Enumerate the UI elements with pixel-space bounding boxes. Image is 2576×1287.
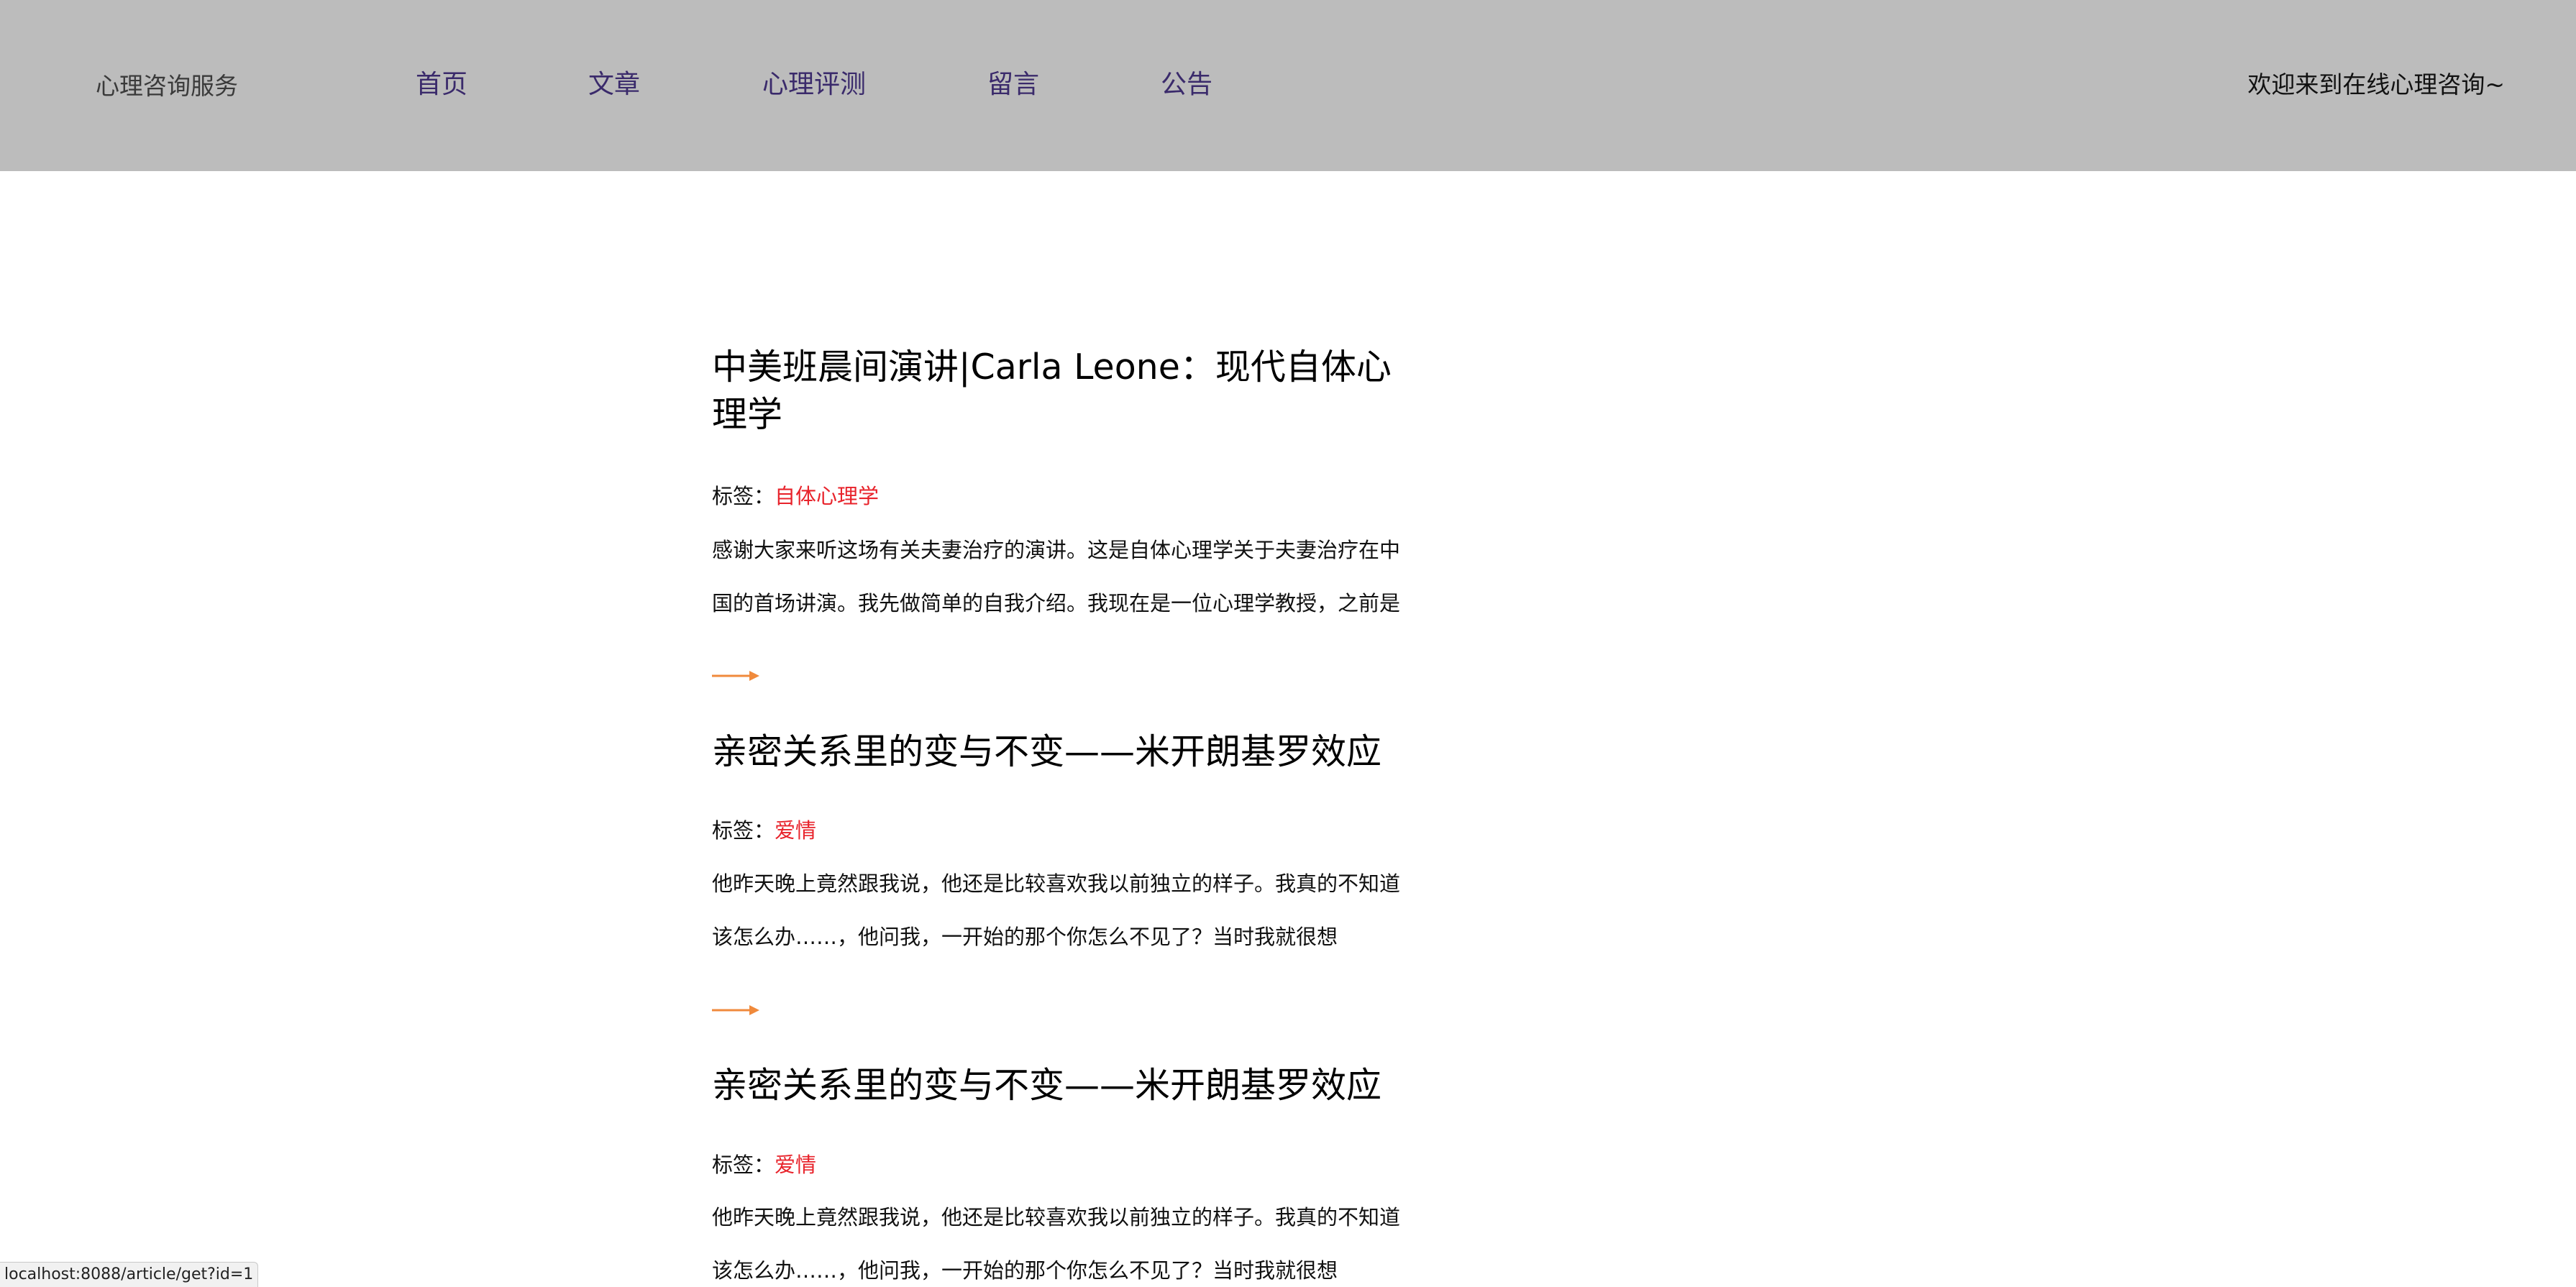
top-navbar: 心理咨询服务 首页 文章 心理评测 留言 公告 欢迎来到在线心理咨询~ [0, 0, 2576, 171]
status-bar-url: localhost:8088/article/get?id=1 [0, 1262, 259, 1287]
article-item: 亲密关系里的变与不变——米开朗基罗效应 [712, 1062, 1410, 1109]
article-tags: 标签：爱情 [712, 1150, 1410, 1179]
article-excerpt: 他昨天晚上竟然跟我说，他还是比较喜欢我以前独立的样子。我真的不知道该怎么办……，… [712, 871, 1401, 949]
article-title[interactable]: 亲密关系里的变与不变——米开朗基罗效应 [712, 1062, 1410, 1109]
article-excerpt: 感谢大家来听这场有关夫妻治疗的演讲。这是自体心理学关于夫妻治疗在中国的首场讲演。… [712, 538, 1401, 615]
nav-item-home[interactable]: 首页 [416, 68, 467, 102]
right-arrow-icon[interactable] [712, 1003, 759, 1017]
site-brand[interactable]: 心理咨询服务 [96, 70, 238, 102]
article-tag[interactable]: 爱情 [775, 1153, 816, 1177]
article-title[interactable]: 亲密关系里的变与不变——米开朗基罗效应 [712, 728, 1410, 776]
welcome-text: 欢迎来到在线心理咨询~ [2247, 70, 2505, 99]
article-tags: 标签：爱情 [712, 816, 1410, 845]
nav-item-assessment[interactable]: 心理评测 [762, 68, 866, 102]
article-item: 亲密关系里的变与不变——米开朗基罗效应 [712, 728, 1410, 776]
article-tags: 标签：自体心理学 [712, 482, 1410, 510]
nav-item-messages[interactable]: 留言 [987, 68, 1039, 102]
article-tag[interactable]: 爱情 [775, 818, 816, 843]
page: 心理咨询服务 首页 文章 心理评测 留言 公告 欢迎来到在线心理咨询~ 中美班晨… [0, 0, 2576, 1287]
nav-item-articles[interactable]: 文章 [588, 68, 640, 102]
article-excerpt: 他昨天晚上竟然跟我说，他还是比较喜欢我以前独立的样子。我真的不知道该怎么办……，… [712, 1205, 1401, 1283]
nav-item-announcements[interactable]: 公告 [1161, 68, 1212, 102]
tag-label: 标签： [712, 818, 775, 843]
right-arrow-icon[interactable] [712, 669, 759, 683]
tag-label: 标签： [712, 1153, 775, 1177]
article-item: 中美班晨间演讲|Carla Leone：现代自体心理学 [712, 344, 1410, 439]
article-tag[interactable]: 自体心理学 [775, 484, 879, 508]
article-title[interactable]: 中美班晨间演讲|Carla Leone：现代自体心理学 [712, 344, 1410, 439]
tag-label: 标签： [712, 484, 775, 508]
